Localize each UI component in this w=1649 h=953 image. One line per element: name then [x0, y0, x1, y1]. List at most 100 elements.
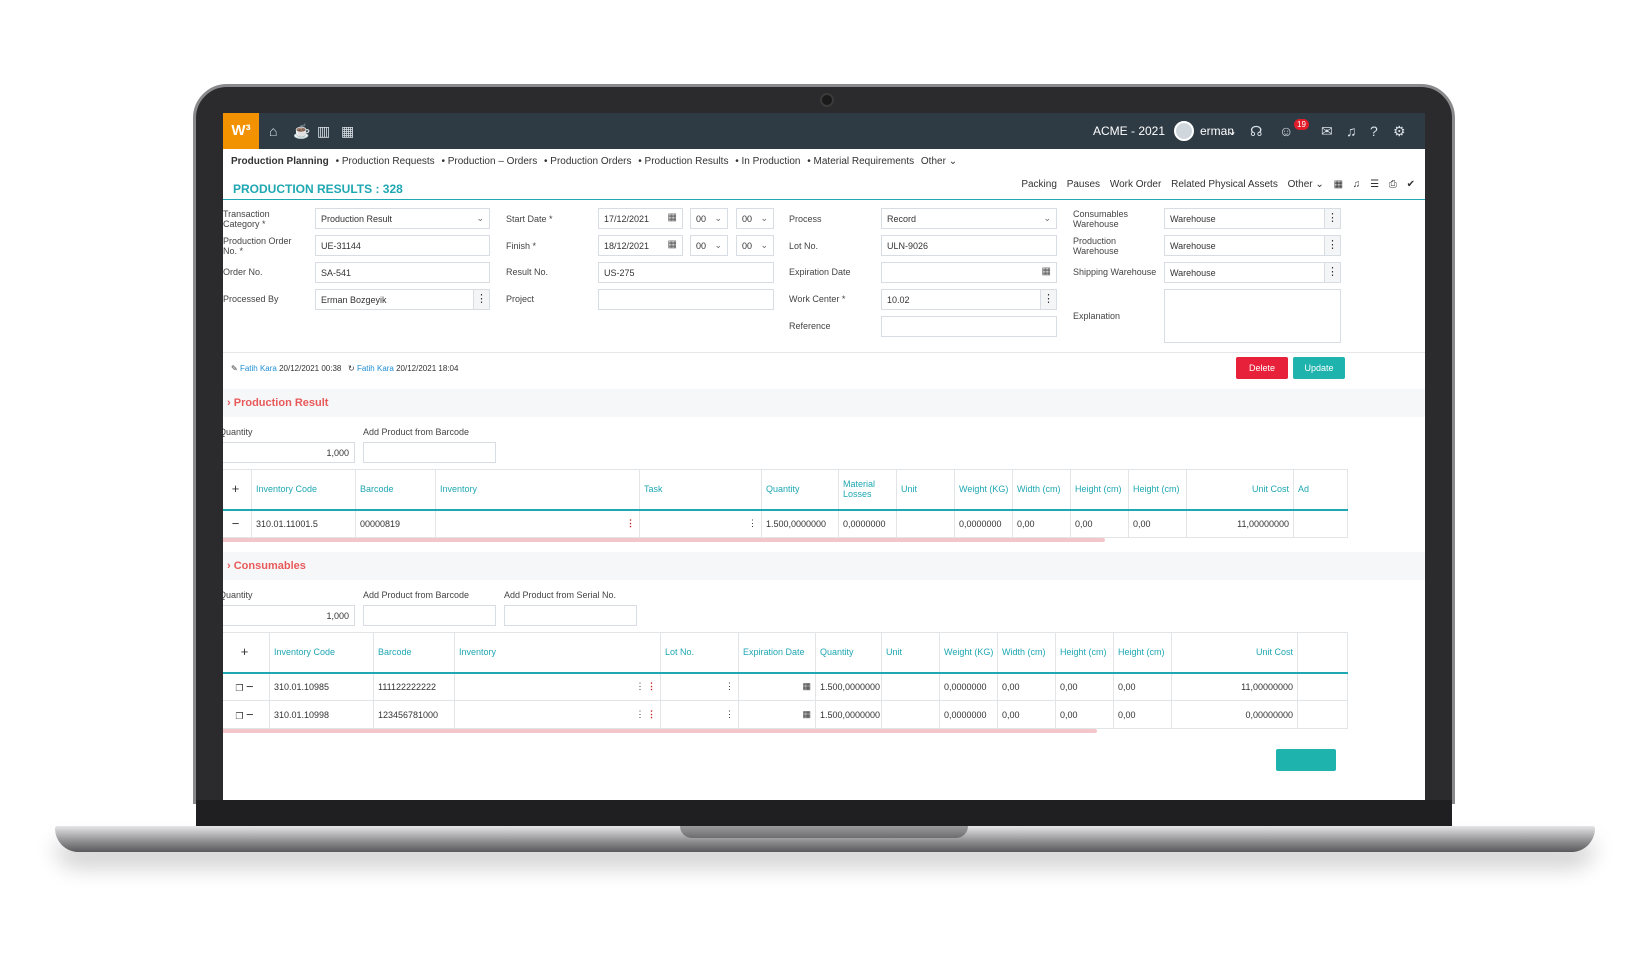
nav-item-production-results[interactable]: • Production Results: [638, 156, 728, 167]
toolbar-work-order[interactable]: Work Order: [1110, 179, 1162, 190]
list-icon[interactable]: ☰: [1370, 179, 1379, 190]
cell-inventory-code[interactable]: 310.01.11001.5: [251, 509, 356, 538]
remove-row-icon[interactable]: −: [223, 509, 252, 538]
save-all-button[interactable]: [1276, 749, 1336, 771]
copy-icon[interactable]: ❐: [235, 711, 243, 721]
cell-unit[interactable]: [881, 672, 940, 701]
smile-icon[interactable]: ☺: [1279, 123, 1293, 139]
gear-icon[interactable]: ⚙: [1393, 123, 1406, 140]
pr-horizontal-scrollbar[interactable]: [223, 538, 1105, 542]
cell-lot-no[interactable]: ⋮: [660, 672, 739, 701]
more-options-icon[interactable]: ⋮: [1324, 236, 1340, 255]
copy-icon[interactable]: ❐: [235, 683, 243, 693]
more-options-icon[interactable]: ⋮: [626, 518, 635, 528]
calendar-icon[interactable]: ▦: [668, 239, 677, 250]
process-select[interactable]: Record ⌄: [881, 208, 1057, 229]
calendar-icon[interactable]: ▦: [341, 123, 354, 140]
coffee-icon[interactable]: ☕: [293, 123, 310, 140]
cell-unit-cost[interactable]: 11,00000000: [1186, 509, 1294, 538]
cell-inventory[interactable]: ⋮ ⋮: [454, 672, 661, 701]
explanation-textarea[interactable]: [1164, 289, 1341, 343]
col-weight[interactable]: Weight (KG): [939, 632, 998, 674]
calendar-icon[interactable]: ▦: [802, 681, 811, 691]
cell-expiration-date[interactable]: ▦: [738, 700, 816, 729]
production-warehouse-field[interactable]: Warehouse ⋮: [1164, 235, 1341, 256]
add-row-icon[interactable]: +: [223, 469, 252, 511]
bell-icon[interactable]: ♫: [1346, 123, 1357, 139]
chat-icon[interactable]: ✉: [1321, 123, 1333, 140]
col-unit-cost[interactable]: Unit Cost: [1186, 469, 1294, 511]
col-height-1[interactable]: Height (cm): [1055, 632, 1114, 674]
cell-unit[interactable]: [896, 509, 955, 538]
transaction-category-select[interactable]: Production Result ⌄: [315, 208, 490, 229]
check-icon[interactable]: ✔: [1407, 179, 1415, 190]
result-no-field[interactable]: US-275: [598, 262, 774, 283]
cell-weight[interactable]: 0,0000000: [939, 700, 998, 729]
reference-field[interactable]: [881, 316, 1057, 337]
finish-hour-select[interactable]: 00 ⌄: [690, 235, 728, 256]
app-logo[interactable]: W³: [223, 113, 259, 149]
cell-quantity[interactable]: 1.500,0000000: [761, 509, 839, 538]
cell-task[interactable]: ⋮: [639, 509, 762, 538]
col-quantity[interactable]: Quantity: [761, 469, 839, 511]
col-material-losses[interactable]: Material Losses: [838, 469, 897, 511]
cell-width[interactable]: 0,00: [997, 672, 1056, 701]
cell-weight[interactable]: 0,0000000: [939, 672, 998, 701]
cons-quantity-field[interactable]: 1,000: [223, 605, 355, 626]
cell-quantity[interactable]: 1.500,0000000: [815, 700, 882, 729]
more-options-icon[interactable]: ⋮: [748, 518, 757, 528]
cell-height-2[interactable]: 0,00: [1113, 672, 1172, 701]
cons-serial-field[interactable]: [504, 605, 637, 626]
cell-unit[interactable]: [881, 700, 940, 729]
col-barcode[interactable]: Barcode: [355, 469, 436, 511]
col-width[interactable]: Width (cm): [997, 632, 1056, 674]
col-barcode[interactable]: Barcode: [373, 632, 455, 674]
col-height-2[interactable]: Height (cm): [1113, 632, 1172, 674]
cell-inventory[interactable]: ⋮: [435, 509, 640, 538]
shipping-warehouse-field[interactable]: Warehouse ⋮: [1164, 262, 1341, 283]
col-inventory-code[interactable]: Inventory Code: [269, 632, 374, 674]
nav-item-material-requirements[interactable]: • Material Requirements: [807, 156, 914, 167]
cell-inventory-code[interactable]: 310.01.10998: [269, 700, 374, 729]
nav-item-production-orders-dash[interactable]: • Production – Orders: [441, 156, 537, 167]
toolbar-related-assets[interactable]: Related Physical Assets: [1171, 179, 1278, 190]
consumables-section-header[interactable]: › Consumables: [223, 552, 1425, 580]
col-unit[interactable]: Unit: [896, 469, 955, 511]
cell-lot-no[interactable]: ⋮: [660, 700, 739, 729]
cons-barcode-field[interactable]: [363, 605, 496, 626]
more-options-icon[interactable]: ⋮: [725, 709, 734, 719]
work-center-field[interactable]: 10.02 ⋮: [881, 289, 1057, 310]
grid-icon[interactable]: ▦: [1334, 179, 1343, 190]
nav-item-other[interactable]: Other ⌄: [921, 156, 957, 167]
remove-row-icon[interactable]: −: [246, 679, 254, 694]
company-selector[interactable]: ACME - 2021: [1093, 124, 1165, 138]
cell-inventory-code[interactable]: 310.01.10985: [269, 672, 374, 701]
nav-item-production-orders[interactable]: • Production Orders: [544, 156, 631, 167]
nav-item-production-planning[interactable]: Production Planning: [231, 156, 329, 167]
col-width[interactable]: Width (cm): [1012, 469, 1071, 511]
chevron-down-icon[interactable]: ⌄: [1227, 124, 1237, 138]
cell-width[interactable]: 0,00: [1012, 509, 1071, 538]
cell-barcode[interactable]: 00000819: [355, 509, 436, 538]
col-height-1[interactable]: Height (cm): [1070, 469, 1129, 511]
start-min-select[interactable]: 00 ⌄: [736, 208, 774, 229]
col-expiration-date[interactable]: Expiration Date: [738, 632, 816, 674]
print-icon[interactable]: ⎙: [1389, 179, 1397, 190]
cell-height-2[interactable]: 0,00: [1113, 700, 1172, 729]
update-button[interactable]: Update: [1293, 357, 1345, 379]
cell-quantity[interactable]: 1.500,0000000: [815, 672, 882, 701]
production-order-field[interactable]: UE-31144: [315, 235, 490, 256]
more-options-icon[interactable]: ⋮: [647, 681, 656, 691]
more-options-icon[interactable]: ⋮: [1040, 290, 1056, 309]
nav-item-in-production[interactable]: • In Production: [735, 156, 800, 167]
toolbar-other[interactable]: Other ⌄: [1288, 179, 1324, 190]
col-lot-no[interactable]: Lot No.: [660, 632, 739, 674]
more-options-icon[interactable]: ⋮: [635, 709, 644, 719]
lot-no-field[interactable]: ULN-9026: [881, 235, 1057, 256]
calendar-icon[interactable]: ▦: [1042, 266, 1051, 277]
finish-min-select[interactable]: 00 ⌄: [736, 235, 774, 256]
consumables-warehouse-field[interactable]: Warehouse ⋮: [1164, 208, 1341, 229]
col-quantity[interactable]: Quantity: [815, 632, 882, 674]
cell-height-2[interactable]: 0,00: [1128, 509, 1187, 538]
created-by-link[interactable]: Fatih Kara: [240, 364, 277, 373]
